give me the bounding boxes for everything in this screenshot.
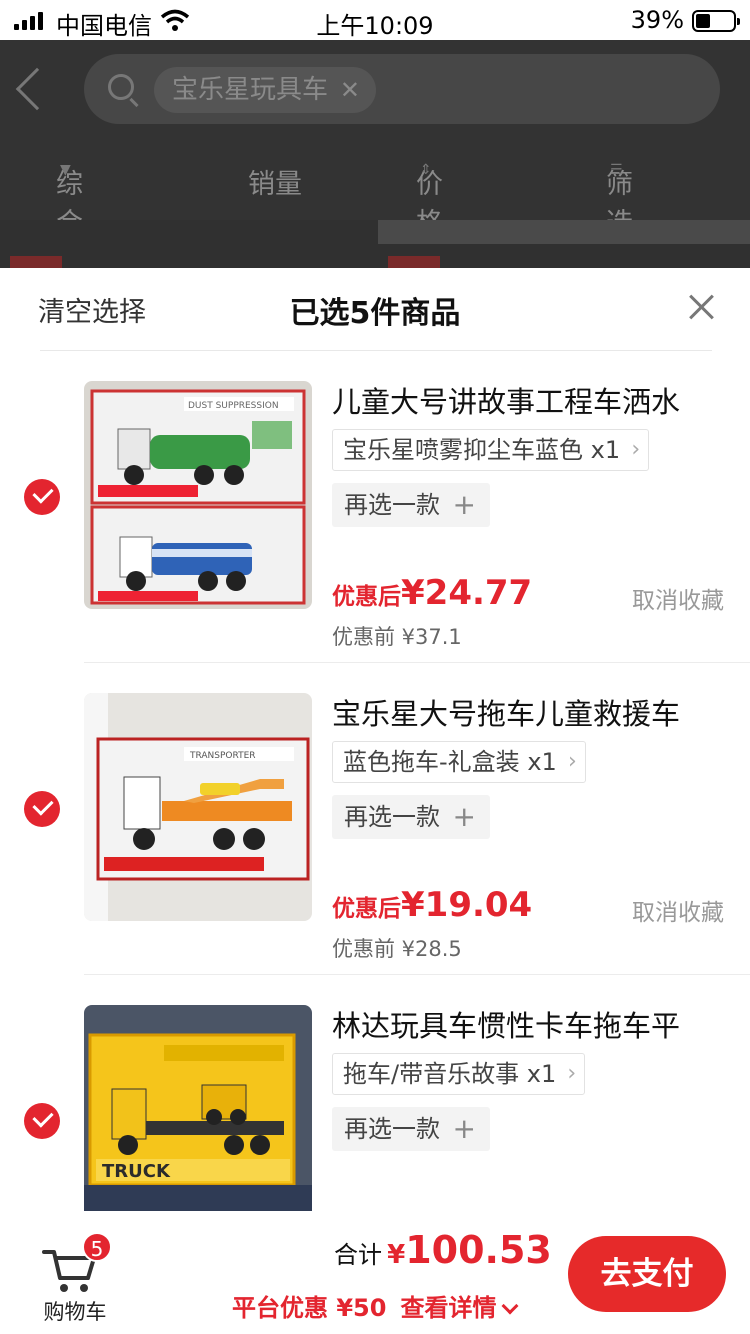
selected-items-sheet: 清空选择 已选5件商品 DUST SUPPRESSION 儿童大号讲故事工程车洒… — [0, 268, 750, 1334]
variant-selector[interactable]: 拖车/带音乐故事 x1 › — [332, 1053, 586, 1095]
cancel-favorite-button[interactable]: 取消收藏 — [632, 893, 724, 927]
reselect-button[interactable]: 再选一款 + — [332, 1107, 490, 1151]
checkout-bar: 5 购物车 合计 ¥100.53 平台优惠 ¥50 查看详情 去支付 — [0, 1212, 750, 1334]
cart-button[interactable]: 5 购物车 — [30, 1232, 120, 1324]
reselect-button[interactable]: 再选一款 + — [332, 795, 490, 839]
product-image[interactable]: TRUCK — [84, 1005, 312, 1211]
box-label: TRANSPORTER — [189, 751, 256, 761]
original-price: 优惠前 ¥28.5 — [332, 937, 462, 961]
dropdown-arrow-icon: ▼ — [60, 162, 71, 178]
pay-button[interactable]: 去支付 — [568, 1236, 726, 1312]
box-label: DUST SUPPRESSION — [188, 401, 279, 411]
variant-name: 宝乐星喷雾抑尘车蓝色 — [343, 436, 583, 464]
cart-count-badge: 5 — [82, 1232, 112, 1262]
discounted-price: 优惠后¥19.04 — [332, 885, 533, 925]
sheet-header: 清空选择 已选5件商品 — [0, 268, 750, 350]
cancel-favorite-button[interactable]: 取消收藏 — [632, 581, 724, 615]
plus-icon: + — [452, 1112, 476, 1145]
cart-label: 购物车 — [43, 1300, 107, 1324]
close-icon[interactable] — [688, 294, 714, 320]
variant-selector[interactable]: 宝乐星喷雾抑尘车蓝色 x1 › — [332, 429, 650, 471]
original-price: 优惠前 ¥37.1 — [332, 625, 462, 649]
discounted-price: 优惠后¥24.77 — [332, 573, 533, 613]
search-query-chip[interactable]: 宝乐星玩具车 ✕ — [154, 67, 377, 113]
reselect-button[interactable]: 再选一款 + — [332, 483, 490, 527]
sort-tab-sales[interactable]: 销量 — [248, 162, 302, 201]
chevron-right-icon: › — [631, 437, 641, 462]
checkbox-checked-icon[interactable] — [24, 791, 60, 827]
sheet-title: 已选5件商品 — [289, 296, 461, 331]
variant-qty: x1 — [527, 748, 557, 776]
list-item: TRANSPORTER 宝乐星大号拖车儿童救援车 蓝色拖车-礼盒装 x1 › 再… — [0, 663, 750, 975]
clear-query-icon[interactable]: ✕ — [340, 67, 360, 113]
total-price: 合计 ¥100.53 — [334, 1228, 552, 1272]
battery-icon — [692, 10, 740, 32]
search-bar[interactable]: 宝乐星玩具车 ✕ — [84, 54, 720, 124]
product-grid-peek — [0, 220, 750, 270]
search-query-text: 宝乐星玩具车 — [172, 75, 329, 105]
sprinkler-truck-box-image: DUST SUPPRESSION — [84, 381, 312, 609]
product-title[interactable]: 林达玩具车惯性卡车拖车平 — [332, 1003, 732, 1045]
status-bar: 中国电信 上午10:09 39% — [0, 0, 750, 40]
search-header-dimmed: 宝乐星玩具车 ✕ 综合▼ 销量 价格⇕ 筛选☰ — [0, 40, 750, 270]
filter-icon: ☰ — [610, 162, 623, 178]
chevron-right-icon: › — [567, 1061, 577, 1086]
list-item: DUST SUPPRESSION 儿童大号讲故事工程车洒水 宝乐星喷雾抑尘车蓝色 — [0, 351, 750, 663]
chevron-right-icon: › — [567, 749, 577, 774]
product-image[interactable]: DUST SUPPRESSION — [84, 381, 312, 609]
list-item: TRUCK 林达玩具车惯性卡车拖车平 拖车/带音乐故事 x1 › 再选一款 + — [0, 975, 750, 1211]
search-icon — [108, 74, 134, 100]
variant-qty: x1 — [590, 436, 621, 464]
variant-qty: x1 — [526, 1060, 557, 1088]
chevron-down-icon — [501, 1297, 519, 1315]
variant-name: 蓝色拖车-礼盒装 — [343, 748, 520, 776]
checkbox-checked-icon[interactable] — [24, 479, 60, 515]
platform-discount-link[interactable]: 平台优惠 ¥50 查看详情 — [232, 1288, 519, 1323]
product-title[interactable]: 儿童大号讲故事工程车洒水 — [332, 379, 732, 421]
back-icon[interactable] — [15, 67, 59, 111]
variant-name: 拖车/带音乐故事 — [343, 1060, 520, 1088]
sort-bar: 综合▼ 销量 价格⇕ 筛选☰ — [56, 162, 633, 239]
selected-items-list: DUST SUPPRESSION 儿童大号讲故事工程车洒水 宝乐星喷雾抑尘车蓝色 — [0, 351, 750, 1211]
flatbed-truck-box-image: TRUCK — [84, 1005, 312, 1211]
box-label: TRUCK — [102, 1161, 171, 1182]
sort-arrows-icon: ⇕ — [420, 162, 432, 178]
tow-truck-box-image: TRANSPORTER — [84, 693, 312, 921]
product-title[interactable]: 宝乐星大号拖车儿童救援车 — [332, 691, 732, 733]
checkbox-checked-icon[interactable] — [24, 1103, 60, 1139]
product-image[interactable]: TRANSPORTER — [84, 693, 312, 921]
plus-icon: + — [452, 488, 476, 521]
plus-icon: + — [452, 800, 476, 833]
variant-selector[interactable]: 蓝色拖车-礼盒装 x1 › — [332, 741, 586, 783]
battery-percent: 39% — [630, 6, 684, 34]
